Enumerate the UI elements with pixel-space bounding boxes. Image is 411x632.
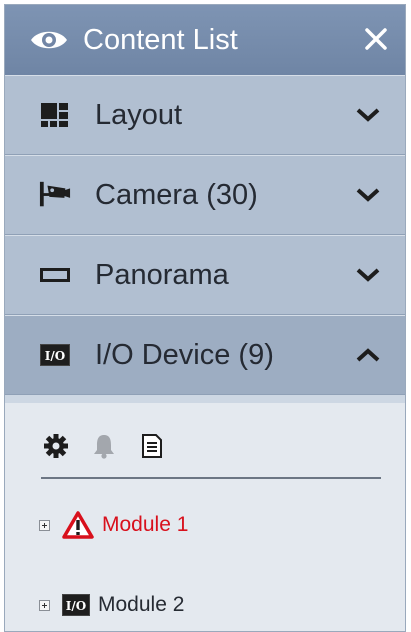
chevron-down-icon[interactable] [355, 186, 381, 204]
toolbar-divider [41, 477, 381, 479]
panorama-icon [39, 259, 71, 291]
layout-grid-icon [39, 99, 71, 131]
io-toolbar [41, 431, 185, 461]
bell-icon [89, 431, 119, 461]
expand-icon[interactable] [39, 519, 50, 531]
section-panorama-label: Panorama [95, 258, 229, 291]
tree-item-module-1[interactable]: Module 1 [39, 507, 188, 543]
section-panorama[interactable]: Panorama [5, 235, 405, 315]
tree-item-label: Module 1 [102, 513, 189, 536]
chevron-up-icon[interactable] [355, 346, 381, 364]
tree-item-label: Module 2 [98, 593, 185, 616]
io-badge: I/O [40, 344, 70, 366]
io-device-icon: I/O [39, 339, 71, 371]
io-device-content: Module 1 I/O Module 2 [5, 403, 405, 631]
camera-icon [39, 179, 71, 211]
panel-title: Content List [83, 23, 238, 56]
warning-triangle-icon [62, 511, 94, 539]
settings-gear-icon[interactable] [41, 431, 71, 461]
tree-item-module-2[interactable]: I/O Module 2 [39, 587, 184, 623]
eye-icon [31, 31, 67, 49]
section-io-device[interactable]: I/O I/O Device (9) [5, 315, 405, 395]
panel-titlebar: Content List [5, 5, 405, 75]
section-camera[interactable]: Camera (30) [5, 155, 405, 235]
expand-icon[interactable] [39, 599, 50, 611]
chevron-down-icon[interactable] [355, 266, 381, 284]
close-icon[interactable] [361, 24, 391, 54]
section-layout[interactable]: Layout [5, 75, 405, 155]
content-list-panel: Content List Layout Camera (30) Panorama… [4, 4, 406, 632]
list-document-icon[interactable] [137, 431, 167, 461]
io-badge: I/O [62, 594, 90, 616]
io-device-icon: I/O [62, 594, 90, 616]
chevron-down-icon[interactable] [355, 106, 381, 124]
section-camera-label: Camera (30) [95, 178, 258, 211]
section-io-device-label: I/O Device (9) [95, 338, 274, 371]
section-layout-label: Layout [95, 98, 183, 131]
